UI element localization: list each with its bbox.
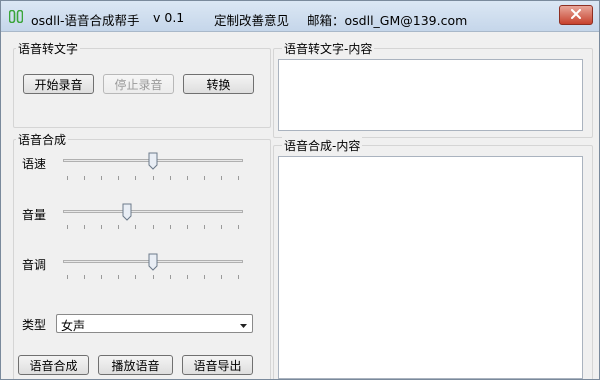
- slider-tick: [238, 275, 239, 279]
- slider-tick: [204, 275, 205, 279]
- slider-tick: [170, 176, 171, 180]
- version-label: v 0.1: [153, 10, 185, 25]
- feedback-link[interactable]: 定制改善意见: [214, 10, 289, 29]
- stt-content-label: 语音转文字-内容: [282, 40, 375, 57]
- slider-tick: [204, 225, 205, 229]
- tts-group-label: 语音合成: [16, 131, 69, 148]
- pitch-slider-ticks: [67, 275, 239, 280]
- pitch-label: 音调: [22, 258, 47, 272]
- start-recording-button[interactable]: 开始录音: [23, 74, 94, 94]
- main-window: osdll-语音合成帮手 v 0.1 定制改善意见 邮箱：osdll_GM@13…: [0, 0, 600, 380]
- slider-tick: [153, 275, 154, 279]
- speed-slider-thumb[interactable]: [148, 152, 158, 170]
- volume-slider-ticks: [67, 225, 239, 230]
- close-button[interactable]: [559, 5, 593, 25]
- slider-tick: [221, 225, 222, 229]
- volume-slider-track[interactable]: [63, 210, 243, 213]
- chevron-down-icon: [239, 319, 248, 328]
- slider-tick: [238, 176, 239, 180]
- close-icon: [571, 8, 581, 22]
- email-label: 邮箱：osdll_GM@139.com: [307, 13, 468, 28]
- voice-type-value: 女声: [61, 319, 86, 333]
- slider-tick: [153, 176, 154, 180]
- slider-tick: [135, 275, 136, 279]
- volume-label: 音量: [22, 208, 47, 222]
- slider-tick: [84, 275, 85, 279]
- slider-tick: [187, 176, 188, 180]
- slider-tick: [67, 225, 68, 229]
- slider-tick: [101, 176, 102, 180]
- slider-tick: [238, 225, 239, 229]
- type-label: 类型: [22, 318, 47, 332]
- title-bar[interactable]: osdll-语音合成帮手 v 0.1 定制改善意见 邮箱：osdll_GM@13…: [1, 1, 599, 32]
- slider-tick: [135, 176, 136, 180]
- tts-content-label: 语音合成-内容: [282, 137, 363, 154]
- slider-tick: [67, 275, 68, 279]
- pitch-slider-thumb[interactable]: [148, 253, 158, 271]
- slider-tick: [118, 275, 119, 279]
- slider-tick: [204, 176, 205, 180]
- slider-tick: [187, 225, 188, 229]
- speed-label: 语速: [22, 157, 47, 171]
- convert-button[interactable]: 转换: [183, 74, 254, 94]
- synthesize-button[interactable]: 语音合成: [18, 355, 89, 375]
- tts-content-textarea[interactable]: [278, 156, 583, 379]
- slider-tick: [84, 176, 85, 180]
- slider-tick: [170, 225, 171, 229]
- slider-tick: [153, 225, 154, 229]
- slider-tick: [84, 225, 85, 229]
- slider-tick: [221, 176, 222, 180]
- play-audio-button[interactable]: 播放语音: [98, 355, 173, 375]
- slider-tick: [67, 176, 68, 180]
- stt-group-label: 语音转文字: [16, 40, 81, 57]
- app-title: osdll-语音合成帮手: [31, 13, 140, 28]
- slider-tick: [187, 275, 188, 279]
- slider-tick: [101, 275, 102, 279]
- stt-content-textarea[interactable]: [278, 59, 583, 131]
- volume-slider-thumb[interactable]: [122, 203, 132, 221]
- slider-tick: [101, 225, 102, 229]
- app-icon: [8, 9, 24, 24]
- slider-tick: [118, 225, 119, 229]
- slider-tick: [135, 225, 136, 229]
- slider-tick: [221, 275, 222, 279]
- stop-recording-button[interactable]: 停止录音: [103, 74, 174, 94]
- voice-type-select[interactable]: 女声: [56, 314, 253, 333]
- slider-tick: [118, 176, 119, 180]
- speed-slider-ticks: [67, 176, 239, 181]
- export-audio-button[interactable]: 语音导出: [182, 355, 253, 375]
- slider-tick: [170, 275, 171, 279]
